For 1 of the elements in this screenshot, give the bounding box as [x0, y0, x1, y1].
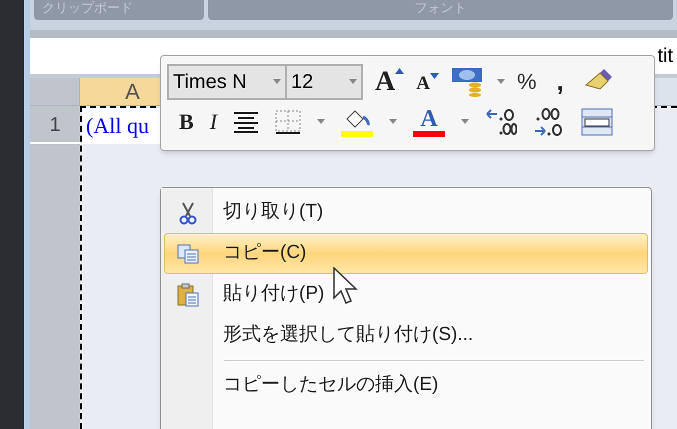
font-size: 12	[291, 70, 314, 94]
